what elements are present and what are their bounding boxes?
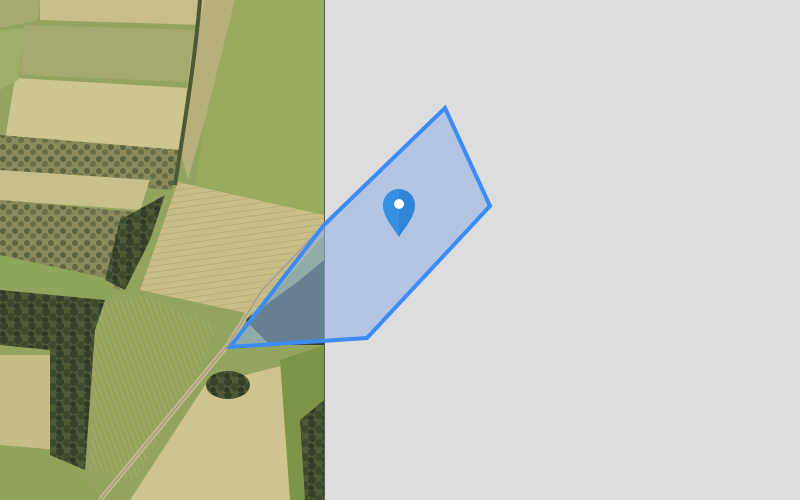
drawn-area-polygon[interactable] [225,104,493,350]
map-viewport[interactable] [0,0,800,500]
overlay-layer [225,104,493,350]
